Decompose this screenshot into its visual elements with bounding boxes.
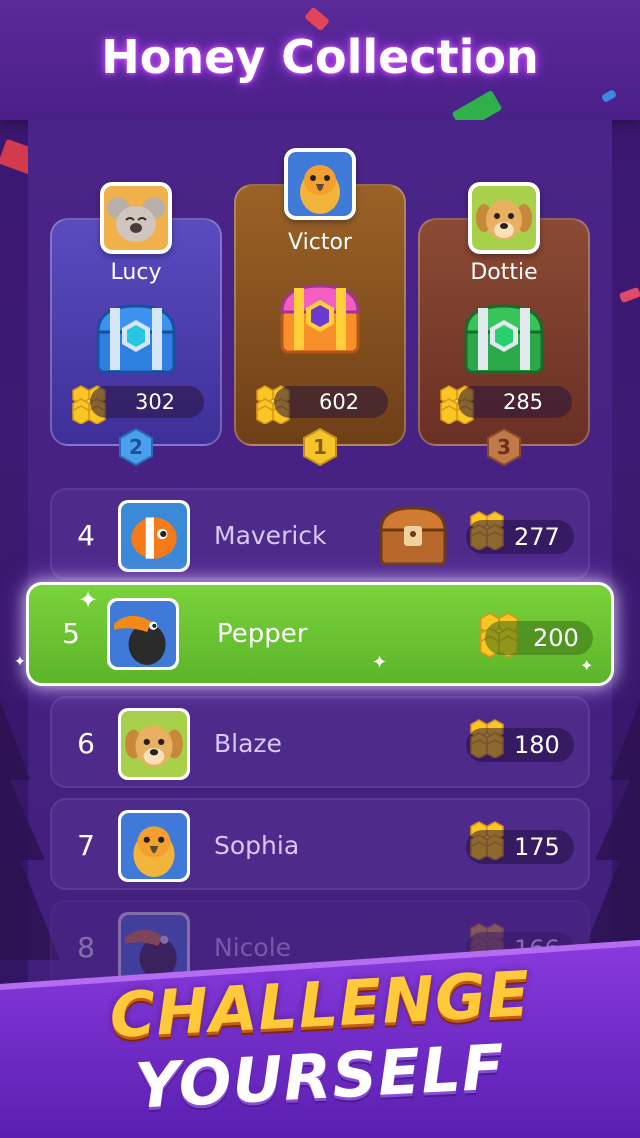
player-name: Sophia <box>214 831 300 860</box>
rank-badge-1: 1 <box>303 428 337 466</box>
player-name: Pepper <box>217 619 308 649</box>
leaderboard-row[interactable]: 6 Blaze 180 <box>50 696 590 788</box>
page-title: Honey Collection <box>101 30 539 84</box>
blue-chest-icon <box>96 304 176 374</box>
rank-badge-3: 3 <box>487 428 521 466</box>
player-name: Lucy <box>110 260 162 285</box>
pink-chest-icon <box>280 284 360 354</box>
clownfish-avatar <box>118 500 190 572</box>
player-name: Blaze <box>214 729 282 758</box>
sparkle-icon: ✦ <box>14 654 26 670</box>
leaderboard-row[interactable]: 4 Maverick 277 <box>50 488 590 580</box>
dog-avatar <box>472 186 536 250</box>
score-value: 302 <box>90 386 204 418</box>
sparkle-icon: ✦ <box>580 656 594 675</box>
score-value: 180 <box>466 728 574 762</box>
avatar <box>100 182 172 254</box>
rank-number: 7 <box>77 829 95 862</box>
rank-number: 6 <box>77 727 95 760</box>
parrot-avatar <box>118 810 190 882</box>
podium-first-place[interactable]: Victor 602 1 <box>234 148 406 466</box>
player-name: Maverick <box>214 521 327 550</box>
score-value: 200 <box>485 621 593 655</box>
podium-second-place[interactable]: Lucy 302 2 <box>50 182 222 466</box>
sparkle-icon: ✦ <box>372 652 388 673</box>
parrot-avatar <box>288 152 352 216</box>
player-name: Victor <box>288 230 352 255</box>
confetti-piece <box>618 286 640 304</box>
score-value: 602 <box>274 386 388 418</box>
score-value: 285 <box>458 386 572 418</box>
dog-avatar <box>118 708 190 780</box>
sparkle-icon: ✦ <box>78 586 99 614</box>
rank-badge-2: 2 <box>119 428 153 466</box>
score-value: 277 <box>466 520 574 554</box>
koala-avatar <box>104 186 168 250</box>
leaderboard-row-current-player[interactable]: 5 Pepper 200 <box>26 582 614 686</box>
score-value: 175 <box>466 830 574 864</box>
rank-number: 4 <box>77 519 95 552</box>
avatar <box>284 148 356 220</box>
player-name: Dottie <box>470 260 538 285</box>
podium-third-place[interactable]: Dottie 285 3 <box>418 182 590 466</box>
wooden-chest-icon <box>379 506 447 566</box>
leaderboard-row[interactable]: 7 Sophia 175 <box>50 798 590 890</box>
avatar <box>468 182 540 254</box>
toucan-avatar <box>107 598 179 670</box>
green-chest-icon <box>464 304 544 374</box>
